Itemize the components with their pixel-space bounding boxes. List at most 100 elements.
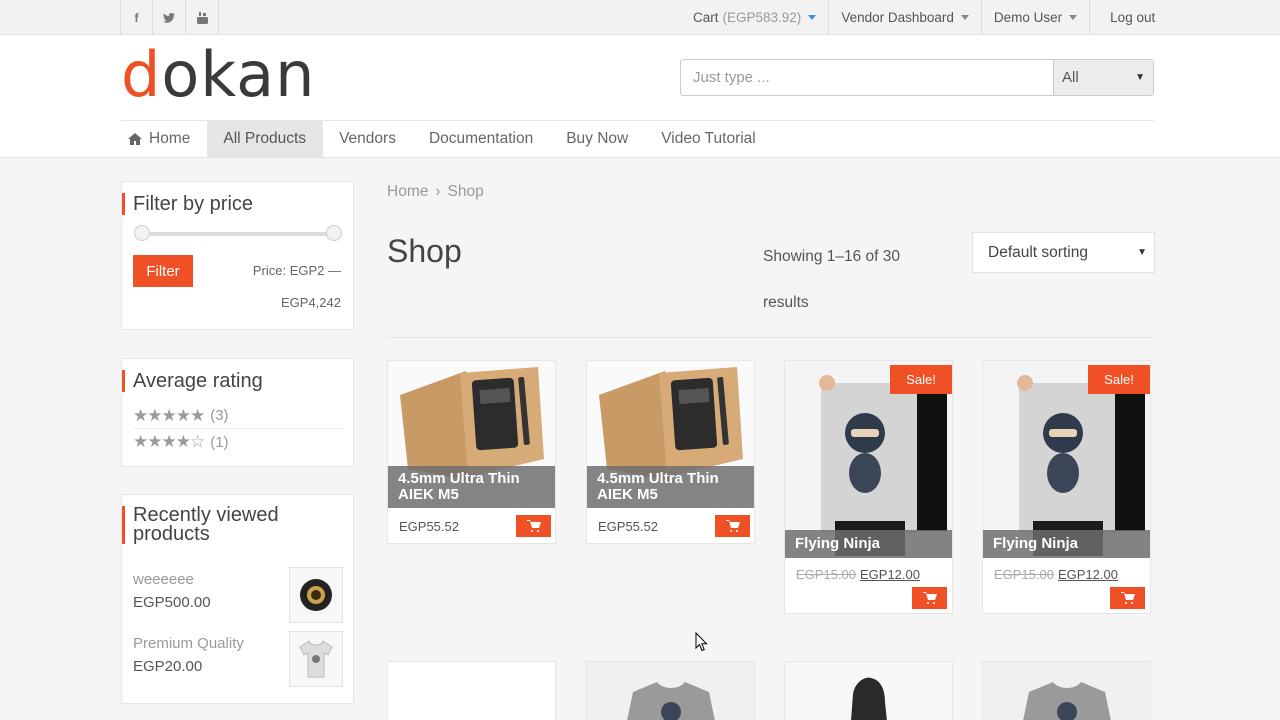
chevron-down-icon xyxy=(1069,15,1078,20)
product-title[interactable]: 4.5mm Ultra Thin AIEK M5 xyxy=(587,466,754,508)
category-select[interactable]: All ▼ xyxy=(1053,60,1153,95)
sale-price: EGP12.00 xyxy=(860,567,920,582)
product-card[interactable]: 4.5mm Ultra Thin AIEK M5 EGP55.52 xyxy=(387,360,556,544)
filter-button[interactable]: Filter xyxy=(133,255,193,287)
recent-product-thumbnail[interactable] xyxy=(289,567,343,623)
sale-badge: Sale! xyxy=(890,365,952,394)
price-range-text: Price: EGP2 — EGP4,242 xyxy=(221,255,341,319)
cart-amount: (EGP583.92) xyxy=(722,10,802,25)
add-to-cart-button[interactable] xyxy=(1110,587,1145,609)
facebook-icon[interactable]: f xyxy=(120,0,153,35)
product-price: EGP55.52 xyxy=(598,519,658,534)
cart-icon xyxy=(526,520,541,532)
price-slider[interactable] xyxy=(134,225,342,241)
cart-icon xyxy=(1120,592,1135,604)
product-image[interactable] xyxy=(785,662,952,720)
chevron-down-icon xyxy=(960,15,969,20)
top-bar: f Cart (EGP583.92) Vendor Dashboard Demo… xyxy=(0,0,1280,35)
add-to-cart-button[interactable] xyxy=(912,587,947,609)
star-rating-icon: ★★★★★ xyxy=(133,405,205,425)
recent-product[interactable]: weeeeee EGP500.00 xyxy=(133,567,343,631)
result-count: Showing 1–16 of 30 results xyxy=(763,248,901,311)
social-links: f xyxy=(120,0,219,35)
nav-all-products[interactable]: All Products xyxy=(206,121,323,157)
breadcrumb-separator-icon: › xyxy=(435,183,441,200)
product-title[interactable]: 4.5mm Ultra Thin AIEK M5 xyxy=(388,466,555,508)
product-card[interactable]: Sale! Flying Ninja EGP15.00 EGP12.00 xyxy=(784,360,953,614)
product-price: EGP55.52 xyxy=(399,519,459,534)
recent-product-name[interactable]: Premium Quality xyxy=(133,635,244,652)
price-range-min: Price: EGP2 — xyxy=(252,263,341,278)
recent-product-thumbnail[interactable] xyxy=(289,631,343,687)
price-filter-widget: Filter by price Filter Price: EGP2 — EGP… xyxy=(121,181,354,330)
widget-title: Filter by price xyxy=(122,193,253,215)
breadcrumb: Home › Shop xyxy=(387,183,484,201)
slider-min-handle[interactable] xyxy=(134,225,150,241)
page-title: Shop xyxy=(387,233,462,269)
logo-letter-d: d xyxy=(121,38,162,111)
category-selected: All xyxy=(1062,69,1079,86)
rating-widget: Average rating ★★★★★ (3) ★★★★☆ (1) xyxy=(121,358,354,467)
old-price: EGP15.00 xyxy=(796,567,856,582)
product-title[interactable]: Flying Ninja xyxy=(785,530,952,558)
sale-price: EGP12.00 xyxy=(1058,567,1118,582)
widget-title: Average rating xyxy=(122,370,263,392)
product-card[interactable] xyxy=(982,661,1151,720)
divider xyxy=(387,337,1154,338)
nav-home[interactable]: Home xyxy=(121,121,207,157)
twitter-icon[interactable] xyxy=(153,0,186,35)
nav-video-tutorial[interactable]: Video Tutorial xyxy=(645,121,773,157)
search-input[interactable] xyxy=(681,60,1053,95)
vendor-dashboard-label: Vendor Dashboard xyxy=(841,10,954,25)
dropdown-arrow-icon: ▼ xyxy=(1135,72,1145,83)
cart-menu[interactable]: Cart (EGP583.92) xyxy=(677,0,830,35)
chevron-down-icon xyxy=(808,15,817,20)
cart-icon xyxy=(922,592,937,604)
sale-badge: Sale! xyxy=(1088,365,1150,394)
recently-viewed-widget: Recently viewed products weeeeee EGP500.… xyxy=(121,494,354,704)
recent-product-price: EGP500.00 xyxy=(133,594,211,611)
add-to-cart-button[interactable] xyxy=(715,515,750,537)
product-card[interactable] xyxy=(586,661,755,720)
cart-icon xyxy=(725,520,740,532)
user-menu[interactable]: Demo User xyxy=(982,0,1091,35)
sort-selected: Default sorting xyxy=(988,243,1088,261)
widget-title: Recently viewed products xyxy=(122,505,322,544)
product-card[interactable] xyxy=(784,661,953,720)
breadcrumb-current: Shop xyxy=(447,183,484,200)
nav-documentation[interactable]: Documentation xyxy=(412,121,549,157)
recent-product-name[interactable]: weeeeee xyxy=(133,571,194,588)
vendor-dashboard-menu[interactable]: Vendor Dashboard xyxy=(829,0,982,35)
sort-select[interactable]: Default sorting ▼ xyxy=(972,232,1155,273)
product-card[interactable] xyxy=(387,661,556,720)
top-account-menu: Cart (EGP583.92) Vendor Dashboard Demo U… xyxy=(677,0,1167,35)
site-logo[interactable]: dokan xyxy=(121,39,315,111)
product-card[interactable]: 4.5mm Ultra Thin AIEK M5 EGP55.52 xyxy=(586,360,755,544)
product-price: EGP15.00 EGP12.00 xyxy=(796,567,920,582)
recent-product[interactable]: Premium Quality EGP20.00 xyxy=(133,631,343,695)
logout-link[interactable]: Log out xyxy=(1090,0,1167,35)
rating-filter-5[interactable]: ★★★★★ (3) xyxy=(133,403,343,429)
slider-max-handle[interactable] xyxy=(326,225,342,241)
user-name: Demo User xyxy=(993,10,1063,25)
dropdown-arrow-icon: ▼ xyxy=(1137,247,1147,258)
product-search: All ▼ xyxy=(680,59,1154,96)
product-image[interactable] xyxy=(983,662,1150,720)
home-icon xyxy=(128,133,142,145)
product-image[interactable] xyxy=(587,662,754,720)
product-card[interactable]: Sale! Flying Ninja EGP15.00 EGP12.00 xyxy=(982,360,1151,614)
youtube-icon[interactable] xyxy=(186,0,219,35)
nav-vendors[interactable]: Vendors xyxy=(323,121,413,157)
add-to-cart-button[interactable] xyxy=(516,515,551,537)
main-nav: Home All Products Vendors Documentation … xyxy=(121,121,772,157)
nav-buy-now[interactable]: Buy Now xyxy=(550,121,645,157)
rating-count: (1) xyxy=(210,433,229,451)
mouse-cursor-icon xyxy=(695,632,708,652)
rating-filter-4[interactable]: ★★★★☆ (1) xyxy=(133,429,343,455)
breadcrumb-home[interactable]: Home xyxy=(387,183,428,200)
old-price: EGP15.00 xyxy=(994,567,1054,582)
recent-product-price: EGP20.00 xyxy=(133,658,203,675)
cart-label: Cart xyxy=(693,10,719,25)
product-title[interactable]: Flying Ninja xyxy=(983,530,1150,558)
product-price: EGP15.00 EGP12.00 xyxy=(994,567,1118,582)
